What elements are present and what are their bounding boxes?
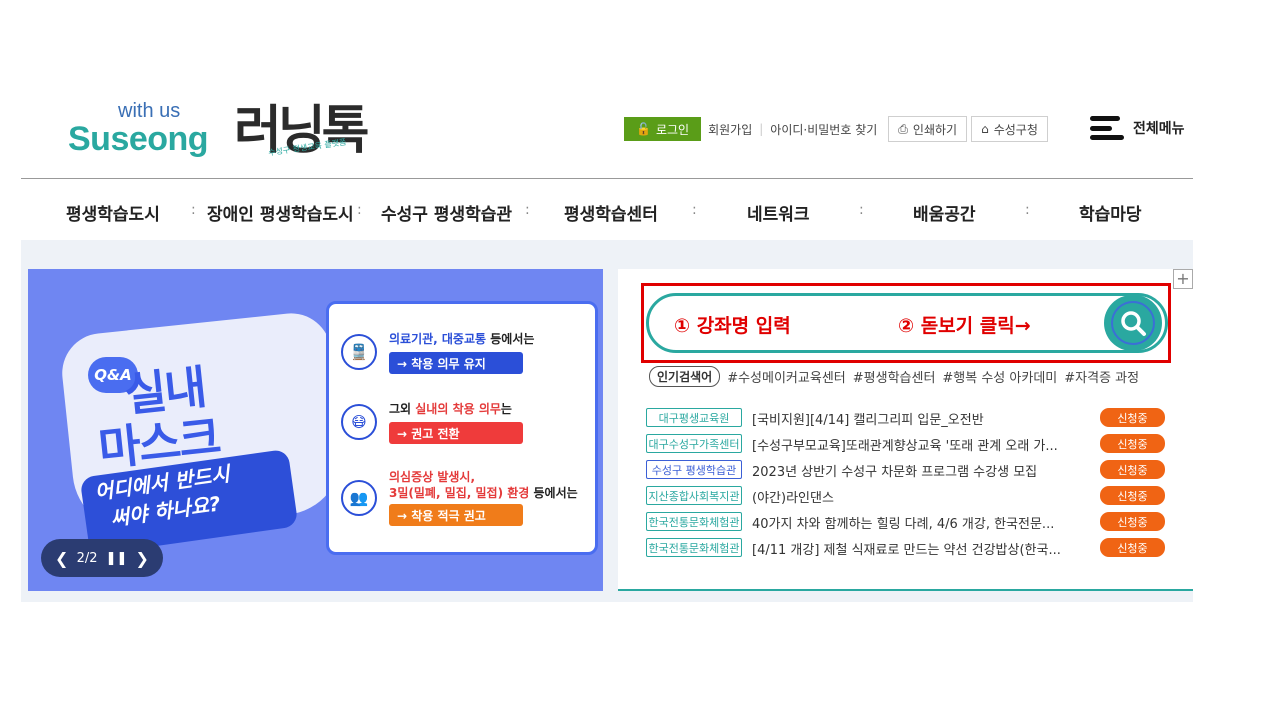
status-badge: 신청중 — [1100, 434, 1165, 453]
nav-item-disabled-city[interactable]: 장애인 평생학습도시 — [207, 200, 354, 225]
expand-plus-icon[interactable]: + — [1173, 269, 1193, 289]
print-icon: ⎙ — [898, 121, 908, 136]
course-category: 대구수성구가족센터 — [646, 434, 742, 453]
mask-icon: 😷 — [341, 404, 377, 440]
status-badge: 신청중 — [1100, 486, 1165, 505]
mask-info-card: 🚆 의료기관, 대중교통 등에서는 → 착용 의무 유지 😷 그외 실내의 착용… — [326, 301, 598, 555]
nav-item-network[interactable]: 네트워크 — [747, 200, 810, 225]
nav-separator: : — [692, 202, 697, 218]
next-arrow-icon[interactable]: ❯ — [136, 549, 149, 568]
course-title[interactable]: 40가지 차와 함께하는 힐링 다례, 4/6 개강, 한국전문... — [752, 513, 1082, 532]
list-item[interactable]: 대구평생교육원 [국비지원][4/14] 캘리그리피 입문_오전반 신청중 — [646, 408, 1166, 428]
pill-mandatory: → 착용 의무 유지 — [389, 352, 523, 374]
course-title[interactable]: [국비지원][4/14] 캘리그리피 입문_오전반 — [752, 409, 1082, 428]
course-title[interactable]: [4/11 개강] 제철 식재료로 만드는 약선 건강밥상(한국... — [752, 539, 1082, 558]
nav-separator: : — [357, 202, 362, 218]
nav-item-learning-yard[interactable]: 학습마당 — [1079, 200, 1142, 225]
keyword-link[interactable]: #자격증 과정 — [1064, 367, 1139, 386]
course-title[interactable]: 2023년 상반기 수성구 차문화 프로그램 수강생 모집 — [752, 461, 1082, 480]
keyword-link[interactable]: #평생학습센터 — [853, 367, 936, 386]
all-menu-button[interactable]: 전체메뉴 — [1090, 116, 1185, 140]
nav-separator: : — [191, 202, 196, 218]
course-category: 대구평생교육원 — [646, 408, 742, 427]
status-badge: 신청중 — [1100, 538, 1165, 557]
status-badge: 신청중 — [1100, 460, 1165, 479]
list-item[interactable]: 지산종합사회복지관 (야간)라인댄스 신청중 — [646, 486, 1166, 506]
popular-label: 인기검색어 — [649, 365, 721, 387]
search-hint-step2: ② 돋보기 클릭→ — [898, 315, 1031, 337]
logo-brand: Suseong — [68, 120, 209, 158]
home-icon: ⌂ — [981, 122, 989, 136]
print-button[interactable]: ⎙ 인쇄하기 — [888, 116, 968, 142]
popular-keywords: 인기검색어 #수성메이커교육센터 #평생학습센터 #행복 수성 아카데미 #자격… — [649, 365, 1146, 387]
nav-separator: : — [525, 202, 530, 218]
pause-icon[interactable]: ❚❚ — [106, 551, 128, 566]
slide-controls: ❮ 2/2 ❚❚ ❯ — [41, 539, 163, 577]
lock-icon: 🔓 — [636, 122, 651, 136]
keyword-link[interactable]: #행복 수성 아카데미 — [942, 367, 1057, 386]
district-office-button[interactable]: ⌂ 수성구청 — [971, 116, 1048, 142]
status-badge: 신청중 — [1100, 512, 1165, 531]
course-category: 지산종합사회복지관 — [646, 486, 742, 505]
nav-item-suseong-center[interactable]: 수성구 평생학습관 — [381, 200, 512, 225]
status-badge: 신청중 — [1100, 408, 1165, 427]
nav-separator: : — [1025, 202, 1030, 218]
search-icon — [1121, 311, 1146, 336]
list-item[interactable]: 한국전통문화체험관 40가지 차와 함께하는 힐링 다례, 4/6 개강, 한국… — [646, 512, 1166, 532]
prev-arrow-icon[interactable]: ❮ — [55, 549, 68, 568]
slide-counter: 2/2 — [76, 550, 98, 566]
course-category: 한국전통문화체험관 — [646, 538, 742, 557]
hamburger-icon — [1090, 116, 1124, 140]
nav-item-spaces[interactable]: 배움공간 — [913, 200, 976, 225]
people-icon: 👥 — [341, 480, 377, 516]
main-navigation: 평생학습도시 : 장애인 평생학습도시 : 수성구 평생학습관 : 평생학습센터… — [21, 180, 1193, 240]
keyword-link[interactable]: #수성메이커교육센터 — [727, 367, 846, 386]
list-item[interactable]: 대구수성구가족센터 [수성구부모교육]또래관계향상교육 '또래 관계 오래 가.… — [646, 434, 1166, 454]
list-item[interactable]: 수성구 평생학습관 2023년 상반기 수성구 차문화 프로그램 수강생 모집 … — [646, 460, 1166, 480]
nav-separator: : — [859, 202, 864, 218]
course-title[interactable]: (야간)라인댄스 — [752, 487, 1082, 506]
header-divider — [21, 178, 1193, 179]
course-category: 수성구 평생학습관 — [646, 460, 742, 479]
find-account-link[interactable]: 아이디·비밀번호 찾기 — [763, 121, 884, 138]
course-title[interactable]: [수성구부모교육]또래관계향상교육 '또래 관계 오래 가... — [752, 435, 1082, 454]
nav-item-learning-center[interactable]: 평생학습센터 — [564, 200, 658, 225]
course-category: 한국전통문화체험관 — [646, 512, 742, 531]
site-logo[interactable]: with us Suseong 러닝톡 수성구 평생교육 플랫폼 — [68, 88, 378, 168]
search-hint-step1: ① 강좌명 입력 — [674, 315, 791, 337]
pill-strongly-recommend: → 착용 적극 권고 — [389, 504, 523, 526]
login-button[interactable]: 🔓 로그인 — [624, 117, 702, 141]
list-item[interactable]: 한국전통문화체험관 [4/11 개강] 제철 식재료로 만드는 약선 건강밥상(… — [646, 538, 1166, 558]
utility-bar: 🔓 로그인 회원가입 | 아이디·비밀번호 찾기 ⎙ 인쇄하기 ⌂ 수성구청 — [624, 116, 1048, 142]
nav-item-lifelong-city[interactable]: 평생학습도시 — [66, 200, 160, 225]
search-button[interactable] — [1104, 295, 1162, 351]
join-link[interactable]: 회원가입 — [701, 121, 759, 138]
train-icon: 🚆 — [341, 334, 377, 370]
pill-recommend: → 권고 전환 — [389, 422, 523, 444]
